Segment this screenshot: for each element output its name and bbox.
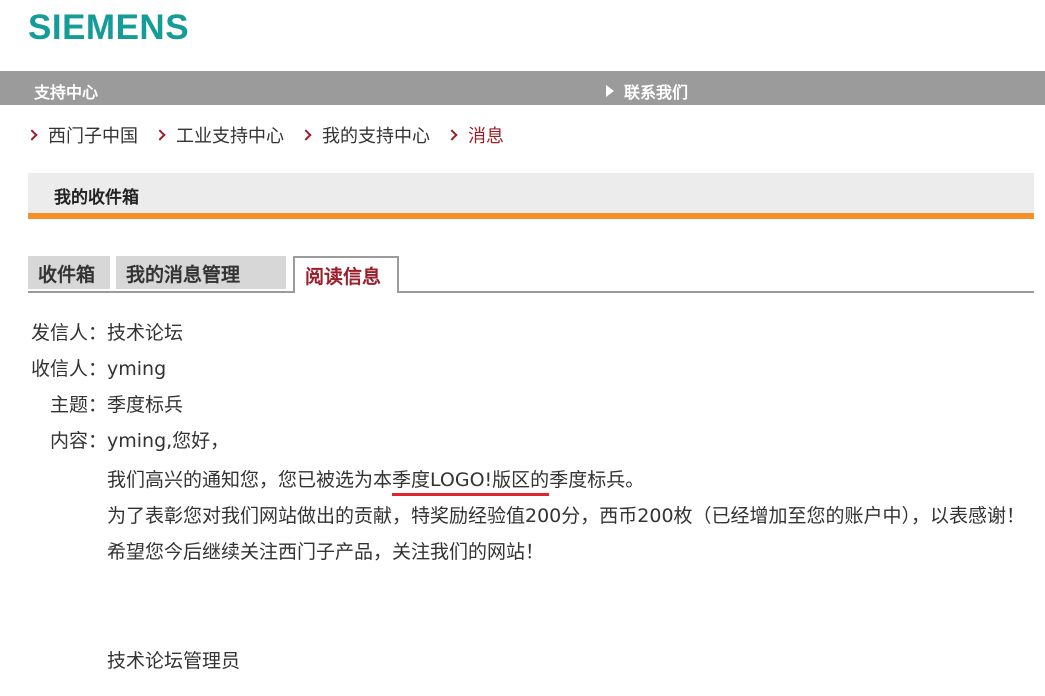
breadcrumb-item-siemens-china[interactable]: 西门子中国 (26, 122, 138, 148)
recipient-value: yming (107, 358, 167, 380)
subject-value: 季度标兵 (107, 394, 184, 416)
nav-contact-us-label: 联系我们 (624, 83, 689, 102)
body-line-1-highlight: 季度LOGO!版区的 (392, 469, 550, 496)
tab-inbox[interactable]: 收件箱 (28, 256, 110, 289)
message-signature: 技术论坛管理员 (107, 650, 241, 672)
content-row: 内容： yming,您好， (28, 428, 229, 464)
content-label: 内容： (49, 430, 107, 452)
top-nav-bar: 支持中心 联系我们 (0, 71, 1045, 105)
body-line-3: 希望您今后继续关注西门子产品，关注我们的网站！ (107, 541, 545, 563)
siemens-logo[interactable]: SIEMENS (28, 8, 189, 48)
body-line-2: 为了表彰您对我们网站做出的贡献，特奖励经验值200分，西币200枚（已经增加至您… (107, 505, 1026, 527)
breadcrumb-label: 工业支持中心 (176, 126, 284, 147)
section-title: 我的收件箱 (54, 188, 139, 208)
recipient-row: 收信人： yming (28, 356, 229, 392)
tab-read-message[interactable]: 阅读信息 (293, 256, 399, 293)
chevron-right-icon (26, 129, 38, 141)
content-greeting: yming,您好， (107, 430, 230, 452)
body-line-1-post: 季度标兵。 (549, 469, 645, 491)
nav-support-center[interactable]: 支持中心 (34, 79, 98, 103)
recipient-label: 收信人： (30, 358, 107, 380)
body-line-1: 我们高兴的通知您，您已被选为本季度LOGO!版区的季度标兵。 (107, 462, 1032, 498)
tab-message-management[interactable]: 我的消息管理 (116, 256, 286, 289)
breadcrumb-item-my-support[interactable]: 我的支持中心 (300, 122, 430, 148)
breadcrumb-label: 西门子中国 (48, 126, 138, 147)
message-details: 发信人： 技术论坛 收信人： yming 主题： 季度标兵 内容： yming,… (28, 320, 229, 464)
breadcrumb-label: 我的支持中心 (322, 126, 430, 147)
chevron-right-icon (154, 129, 166, 141)
breadcrumb-item-industry-support[interactable]: 工业支持中心 (154, 122, 284, 148)
sender-label: 发信人： (30, 322, 107, 344)
breadcrumb-item-messages[interactable]: 消息 (446, 122, 504, 148)
triangle-right-icon (606, 85, 614, 97)
chevron-right-icon (300, 129, 312, 141)
subject-label: 主题： (49, 394, 107, 416)
breadcrumb: 西门子中国 工业支持中心 我的支持中心 消息 (26, 122, 522, 148)
sender-row: 发信人： 技术论坛 (28, 320, 229, 356)
body-line-1-pre: 我们高兴的通知您，您已被选为本 (107, 469, 393, 491)
chevron-right-icon (446, 129, 458, 141)
message-body: 我们高兴的通知您，您已被选为本季度LOGO!版区的季度标兵。 为了表彰您对我们网… (107, 462, 1032, 570)
inbox-section-header: 我的收件箱 (28, 173, 1034, 219)
sender-value: 技术论坛 (107, 322, 184, 344)
message-tabs: 收件箱 我的消息管理 阅读信息 (28, 256, 1034, 293)
breadcrumb-label: 消息 (468, 126, 504, 147)
subject-row: 主题： 季度标兵 (28, 392, 229, 428)
nav-contact-us[interactable]: 联系我们 (606, 79, 688, 103)
